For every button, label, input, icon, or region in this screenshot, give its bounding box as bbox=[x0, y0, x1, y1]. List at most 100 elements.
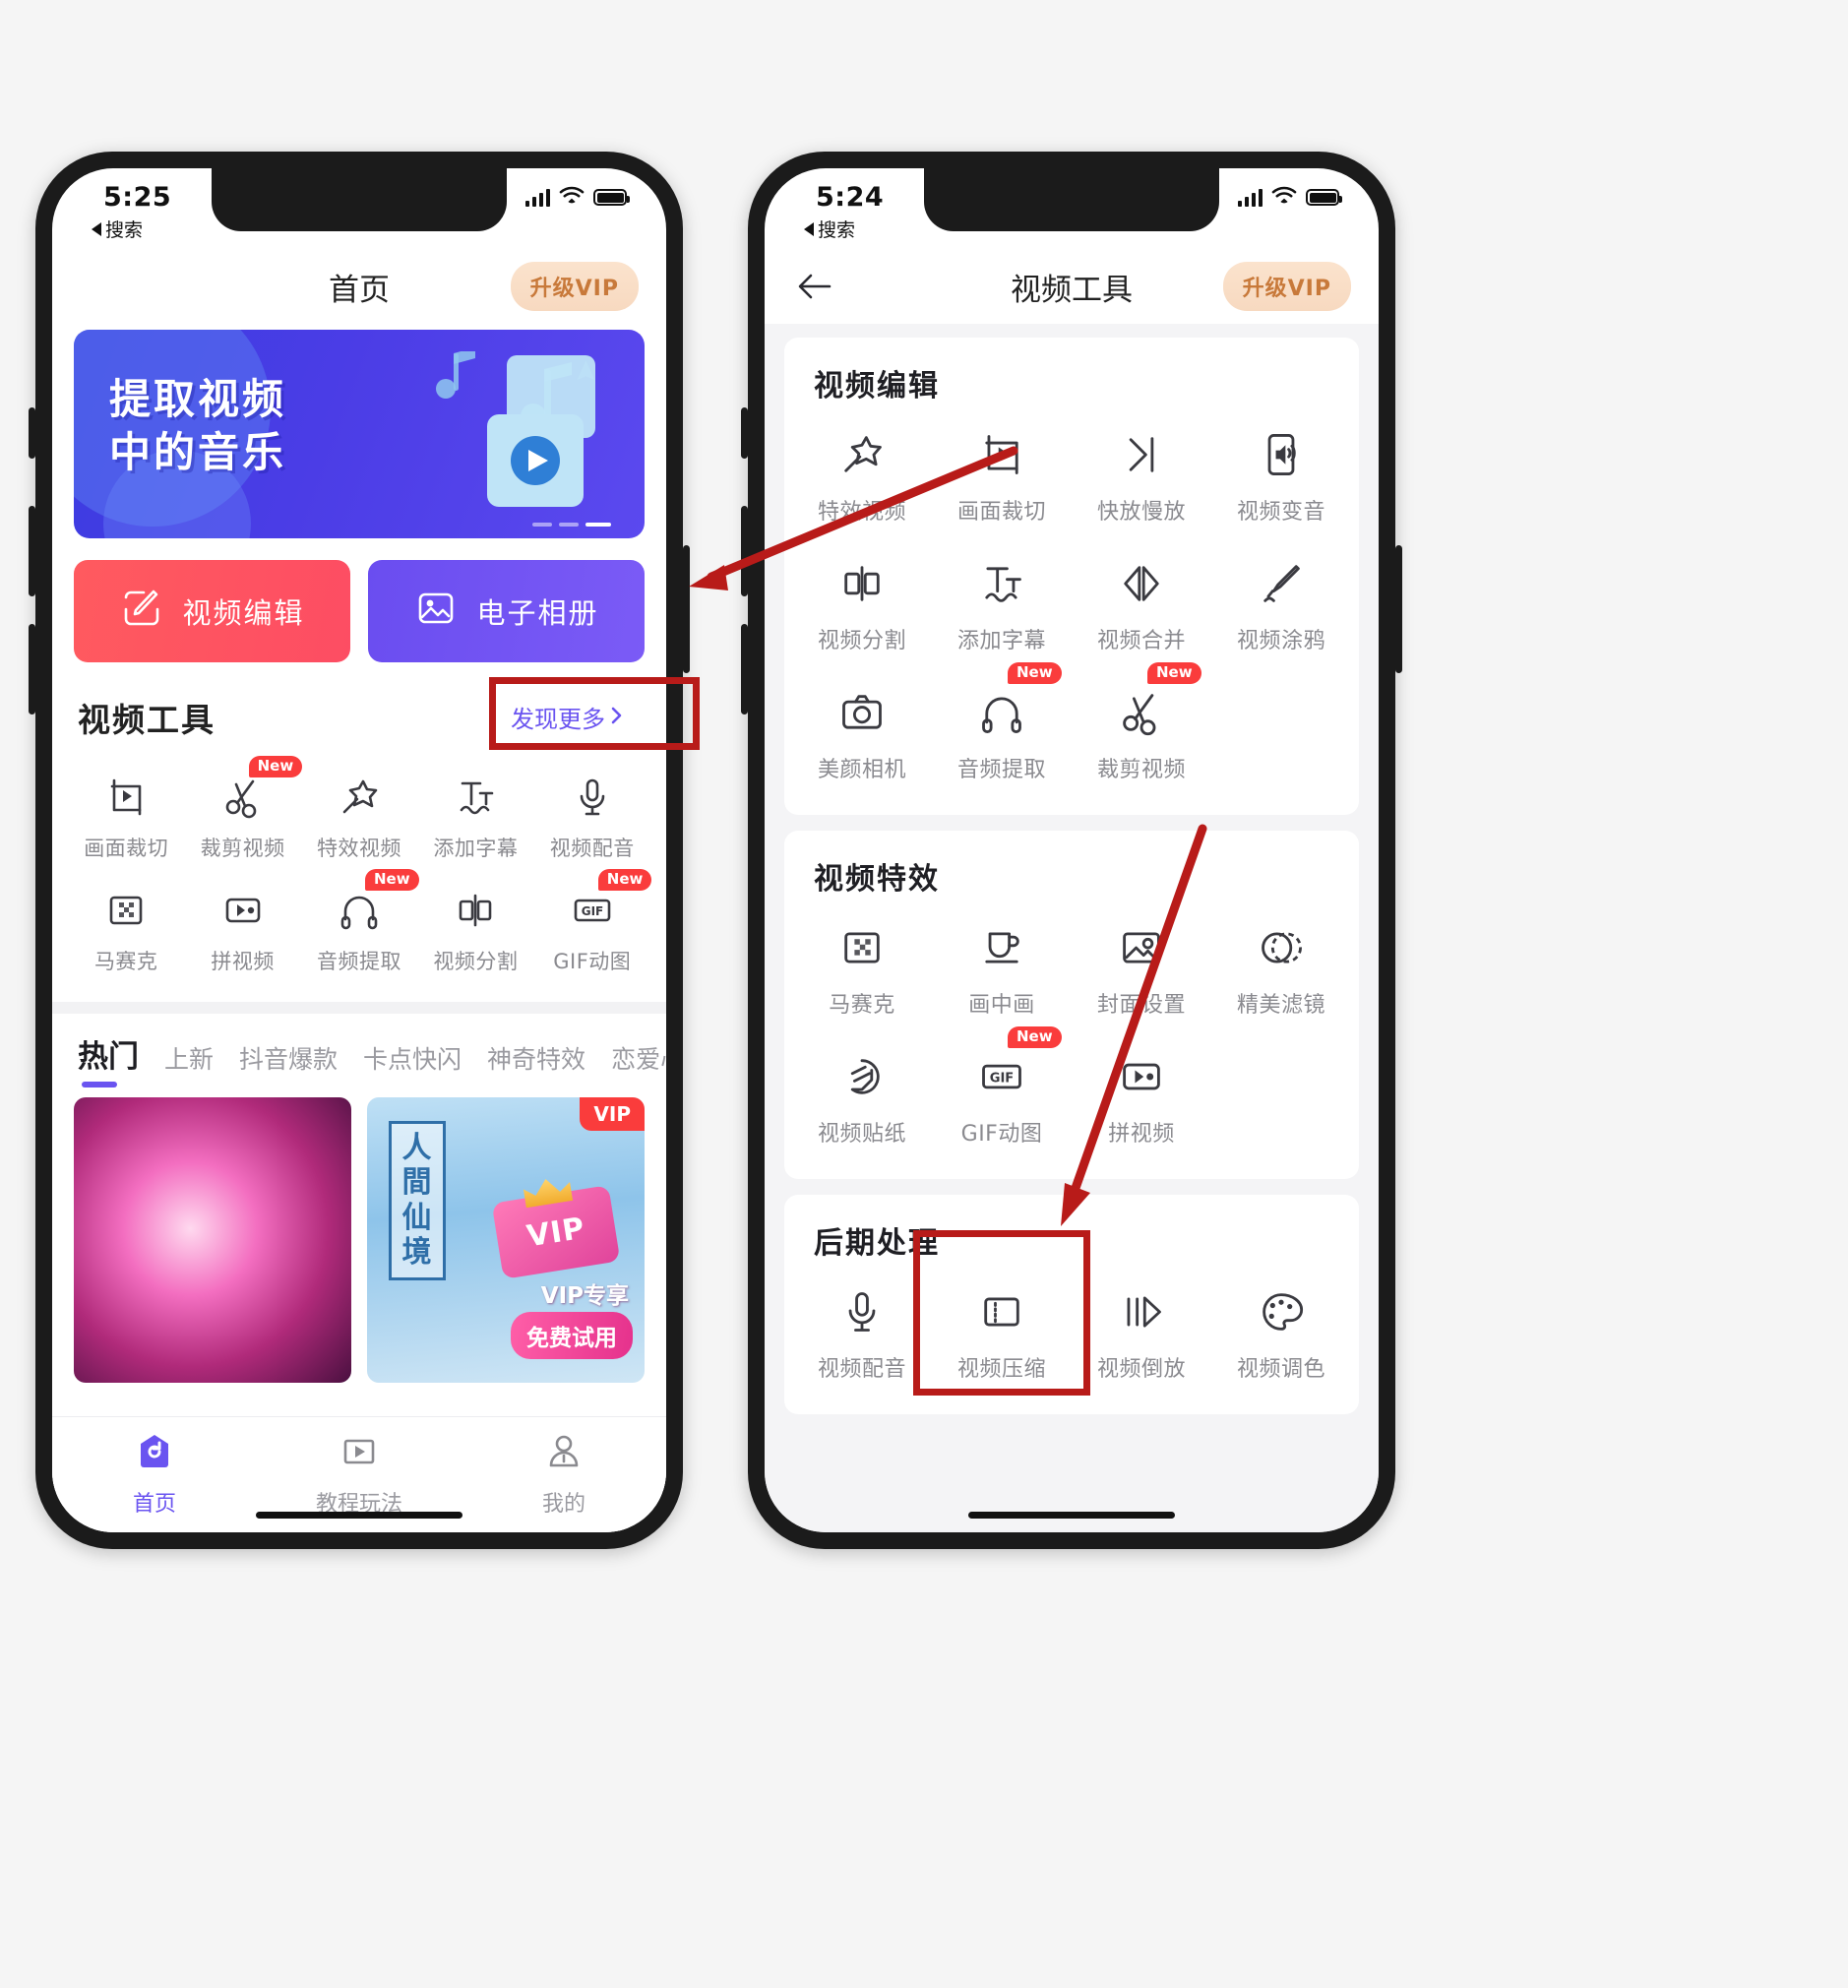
banner-artwork bbox=[422, 347, 609, 519]
template-cards: VIP 人間仙境 VIP VIP专享 免费试用 bbox=[52, 1087, 666, 1383]
tool-video-sticker[interactable]: 视频贴纸 bbox=[792, 1032, 932, 1161]
hot-tab-item[interactable]: 卡点快闪 bbox=[363, 1040, 462, 1087]
tool-mosaic[interactable]: 马赛克 bbox=[792, 903, 932, 1032]
hot-tab-item[interactable]: 恋爱心情 bbox=[611, 1040, 666, 1087]
chevron-right-icon bbox=[610, 704, 623, 731]
tool-label: 音频提取 bbox=[956, 758, 1046, 782]
status-back-to-search[interactable]: 搜索 bbox=[804, 216, 855, 242]
tool-audio-extract[interactable]: New 音频提取 bbox=[301, 869, 419, 988]
status-clock: 5:24 bbox=[816, 182, 885, 213]
quick-action-label: 视频编辑 bbox=[182, 596, 305, 630]
hot-tab-item[interactable]: 抖音爆款 bbox=[239, 1040, 338, 1087]
tool-effects-video[interactable]: 特效视频 bbox=[792, 410, 932, 539]
mute-switch[interactable] bbox=[29, 407, 35, 459]
tab-profile[interactable]: 我的 bbox=[462, 1432, 666, 1518]
quick-action-video-edit[interactable]: 视频编辑 bbox=[74, 560, 350, 662]
vip-tag: VIP bbox=[580, 1097, 645, 1131]
tool-video-reverse[interactable]: 视频倒放 bbox=[1072, 1268, 1211, 1397]
gif-icon: GIF bbox=[570, 888, 615, 933]
nav-bar-right: 视频工具 升级VIP bbox=[765, 249, 1379, 324]
tool-label: 封面设置 bbox=[1096, 993, 1186, 1018]
panel-title: 后期处理 bbox=[814, 1226, 940, 1261]
tool-label: 视频涂鸦 bbox=[1236, 629, 1325, 653]
power-button[interactable] bbox=[683, 545, 690, 673]
tool-video-color[interactable]: 视频调色 bbox=[1211, 1268, 1351, 1397]
volume-down-button[interactable] bbox=[29, 624, 35, 714]
tool-video-split[interactable]: 视频分割 bbox=[792, 539, 932, 668]
template-card-vip[interactable]: VIP 人間仙境 VIP VIP专享 免费试用 bbox=[367, 1097, 645, 1383]
tool-label: 视频分割 bbox=[433, 950, 519, 973]
tool-label: 视频变音 bbox=[1236, 500, 1325, 525]
vip-promo-line-1: VIP专享 bbox=[540, 1283, 629, 1309]
tool-trim-video[interactable]: New 裁剪视频 bbox=[184, 756, 303, 875]
new-badge: New bbox=[364, 869, 419, 891]
tool-video-split[interactable]: 视频分割 bbox=[417, 875, 533, 988]
tool-picture-in-picture[interactable]: 画中画 bbox=[932, 903, 1072, 1032]
tool-crop-frame[interactable]: 画面裁切 bbox=[932, 410, 1072, 539]
tool-crop-frame[interactable]: 画面裁切 bbox=[68, 762, 184, 875]
discover-more-button[interactable]: 发现更多 bbox=[493, 688, 641, 746]
wifi-icon bbox=[559, 186, 585, 209]
volume-up-button[interactable] bbox=[741, 506, 748, 596]
tool-effects-video[interactable]: 特效视频 bbox=[301, 762, 417, 875]
panel-video-effects: 视频特效 马赛克 画中画 封面设置 精美滤镜 视频贴纸 GIF New GIF动… bbox=[784, 831, 1359, 1179]
mute-switch[interactable] bbox=[741, 407, 748, 459]
tab-home[interactable]: 首页 bbox=[52, 1432, 257, 1518]
tool-add-subtitle[interactable]: 添加字幕 bbox=[932, 539, 1072, 668]
reverse-play-icon bbox=[1117, 1287, 1166, 1336]
tab-tutorials[interactable]: 教程玩法 bbox=[257, 1432, 462, 1518]
vip-crown-badge: VIP bbox=[491, 1185, 621, 1279]
mosaic-icon bbox=[103, 888, 149, 933]
tool-add-subtitle[interactable]: 添加字幕 bbox=[417, 762, 533, 875]
speed-icon bbox=[1117, 430, 1166, 479]
banner-dots[interactable] bbox=[532, 523, 611, 527]
power-button[interactable] bbox=[1395, 545, 1402, 673]
discover-more-label: 发现更多 bbox=[511, 706, 605, 733]
svg-text:GIF: GIF bbox=[990, 1071, 1014, 1086]
profile-person-icon bbox=[544, 1432, 584, 1475]
new-badge: New bbox=[248, 756, 303, 777]
merge-video-icon bbox=[220, 888, 266, 933]
tool-gif[interactable]: GIF New GIF动图 bbox=[932, 1026, 1072, 1161]
vip-promo-line-2[interactable]: 免费试用 bbox=[511, 1312, 633, 1359]
tool-merge-video[interactable]: 拼视频 bbox=[1072, 1032, 1211, 1161]
promo-banner[interactable]: 提取视频 中的音乐 bbox=[74, 330, 645, 538]
tool-video-doodle[interactable]: 视频涂鸦 bbox=[1211, 539, 1351, 668]
quick-action-photo-album[interactable]: 电子相册 bbox=[368, 560, 645, 662]
status-back-to-search[interactable]: 搜索 bbox=[92, 216, 143, 242]
tool-video-merge[interactable]: 视频合并 bbox=[1072, 539, 1211, 668]
tool-speed[interactable]: 快放慢放 bbox=[1072, 410, 1211, 539]
volume-down-button[interactable] bbox=[741, 624, 748, 714]
home-icon bbox=[135, 1432, 174, 1475]
tool-video-compress[interactable]: 视频压缩 bbox=[932, 1268, 1072, 1397]
tool-audio-extract[interactable]: New 音频提取 bbox=[932, 662, 1072, 797]
upgrade-vip-button[interactable]: 升级VIP bbox=[510, 262, 639, 311]
tool-label: 添加字幕 bbox=[433, 837, 519, 860]
tool-video-dubbing[interactable]: 视频配音 bbox=[792, 1268, 932, 1397]
tool-merge-video[interactable]: 拼视频 bbox=[184, 875, 300, 988]
tool-cover-setting[interactable]: 封面设置 bbox=[1072, 903, 1211, 1032]
volume-up-button[interactable] bbox=[29, 506, 35, 596]
tool-gif[interactable]: GIF New GIF动图 bbox=[534, 869, 652, 988]
tool-filters[interactable]: 精美滤镜 bbox=[1211, 903, 1351, 1032]
grid-spacer bbox=[1211, 668, 1351, 797]
battery-icon bbox=[1306, 189, 1342, 206]
hot-tab-item[interactable]: 热门 bbox=[78, 1031, 139, 1087]
microphone-icon bbox=[837, 1287, 887, 1336]
video-tools-grid: 画面裁切 New 裁剪视频 特效视频 添加字幕 视频配音 马赛克 拼视频 New… bbox=[68, 756, 652, 988]
tool-video-dubbing[interactable]: 视频配音 bbox=[534, 762, 650, 875]
template-card-fireworks[interactable] bbox=[74, 1097, 351, 1383]
tool-beauty-camera[interactable]: 美颜相机 bbox=[792, 668, 932, 797]
back-arrow-icon[interactable] bbox=[792, 264, 837, 309]
panel-video-editing: 视频编辑 特效视频 画面裁切 快放慢放 视频变音 视频分割 添加字幕 视频合并 … bbox=[784, 338, 1359, 815]
cellular-signal-icon bbox=[1237, 188, 1263, 207]
upgrade-vip-button[interactable]: 升级VIP bbox=[1222, 262, 1351, 311]
hot-tab-item[interactable]: 上新 bbox=[164, 1040, 214, 1087]
tool-mosaic[interactable]: 马赛克 bbox=[68, 875, 184, 988]
tool-voice-change[interactable]: 视频变音 bbox=[1211, 410, 1351, 539]
gif-icon: GIF bbox=[977, 1052, 1026, 1101]
new-badge: New bbox=[1008, 1026, 1062, 1048]
tool-trim-video[interactable]: New 裁剪视频 bbox=[1072, 662, 1211, 797]
tab-label: 我的 bbox=[541, 1492, 585, 1517]
hot-tab-item[interactable]: 神奇特效 bbox=[487, 1040, 585, 1087]
